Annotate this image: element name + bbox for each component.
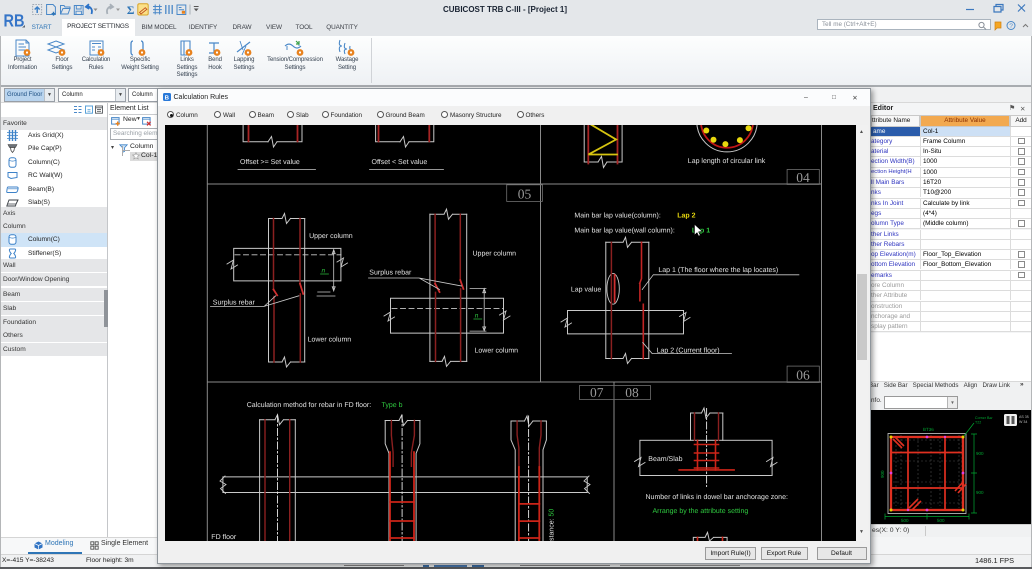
svg-text:Lap 1 (The floor where the lap: Lap 1 (The floor where the lap locates): [658, 266, 778, 274]
svg-text:Number of links in dowel bar a: Number of links in dowel bar anchorage z…: [645, 493, 787, 501]
svg-text:stance: 50: stance: 50: [548, 508, 555, 540]
svg-text:Surplus rebar: Surplus rebar: [212, 298, 255, 306]
svg-text:Beam/Slab: Beam/Slab: [648, 455, 682, 463]
svg-text:05: 05: [517, 186, 531, 201]
svg-text:Lap length of circular link: Lap length of circular link: [687, 157, 765, 165]
svg-text:Upper column: Upper column: [472, 249, 516, 257]
svg-text:n: n: [321, 267, 325, 274]
svg-text:B: B: [164, 94, 169, 101]
svg-text:Main bar lap value(wall column: Main bar lap value(wall column):: [574, 226, 674, 234]
svg-text:W 34: W 34: [1019, 420, 1027, 424]
svg-text:T22: T22: [975, 421, 981, 425]
svg-text:n: n: [474, 312, 478, 319]
svg-text:900: 900: [976, 490, 984, 495]
svg-text:Σ: Σ: [127, 5, 135, 16]
svg-text:Arrange by the attribute setti: Arrange by the attribute setting: [652, 507, 748, 515]
svg-text:900: 900: [976, 451, 984, 456]
svg-text:Offset < Set value: Offset < Set value: [371, 158, 427, 166]
svg-text:Main bar lap value(column):: Main bar lap value(column):: [574, 211, 660, 219]
svg-text:500: 500: [937, 518, 945, 523]
svg-text:07: 07: [589, 385, 603, 400]
svg-text:Offset >= Set value: Offset >= Set value: [240, 158, 300, 166]
svg-text:FD floor: FD floor: [211, 533, 237, 541]
svg-text:Lower column: Lower column: [474, 346, 518, 354]
svg-text:Corner Bar: Corner Bar: [975, 416, 993, 420]
svg-text:500: 500: [901, 518, 909, 523]
svg-text:AS 35: AS 35: [1019, 415, 1029, 419]
svg-text:Calculation method for rebar i: Calculation method for rebar in FD floor…: [246, 401, 371, 409]
svg-text:RB: RB: [4, 12, 25, 29]
svg-text:06: 06: [796, 367, 810, 382]
svg-text:BT36: BT36: [923, 427, 934, 432]
svg-text:Type b: Type b: [381, 401, 402, 409]
svg-text:08: 08: [625, 385, 639, 400]
svg-text:04: 04: [796, 170, 810, 185]
svg-text:Lower column: Lower column: [307, 335, 351, 343]
svg-text:Lap value: Lap value: [570, 285, 600, 293]
svg-text:900: 900: [880, 470, 885, 478]
svg-text:Upper column: Upper column: [309, 232, 353, 240]
svg-text:Lap 2: Lap 2: [677, 212, 695, 219]
svg-text:?: ?: [1009, 23, 1013, 30]
svg-text:Surplus rebar: Surplus rebar: [369, 268, 412, 276]
